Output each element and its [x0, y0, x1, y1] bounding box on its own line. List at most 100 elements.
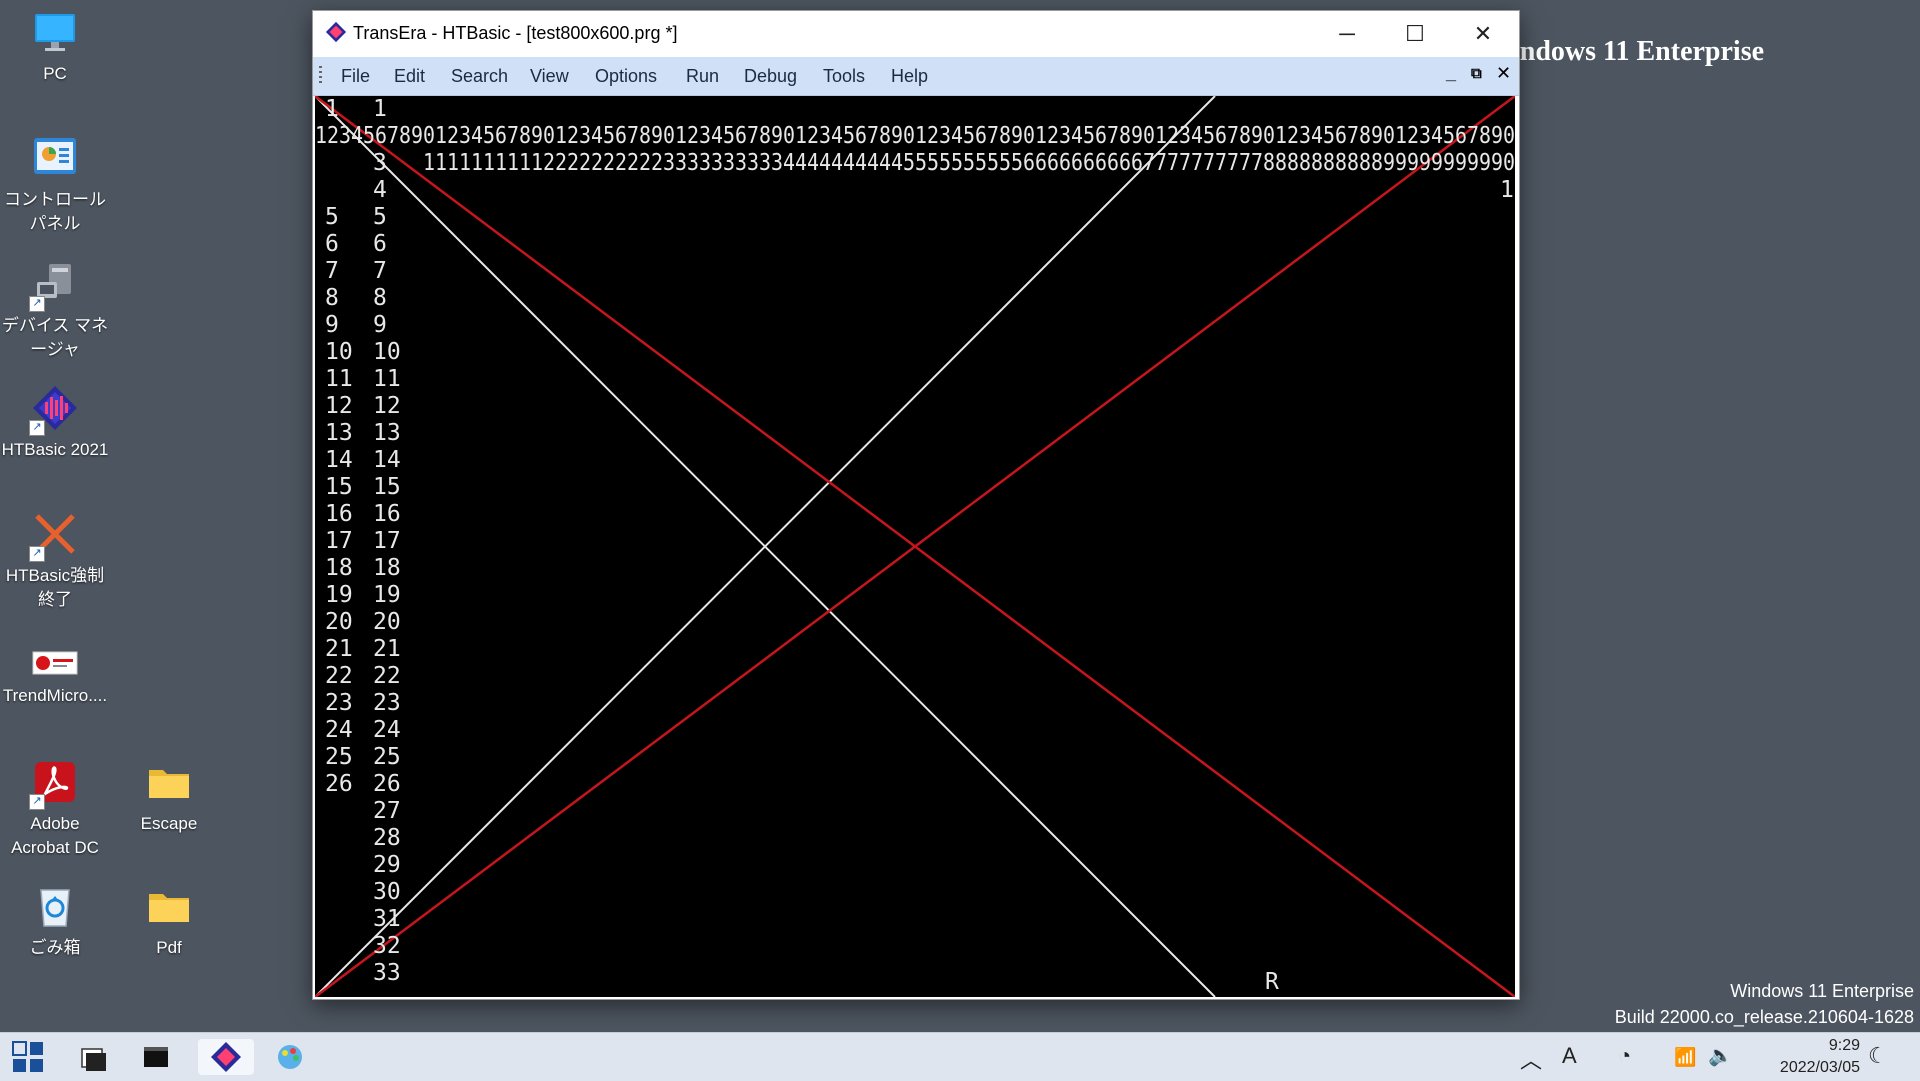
watermark-build: Build 22000.co_release.210604-1628: [1614, 1007, 1914, 1027]
desktop-icon-pc[interactable]: PC: [0, 8, 110, 86]
line-numbers-right: 5678910111213141516171819202122232425262…: [373, 204, 401, 986]
palette-icon: [278, 1045, 302, 1069]
line-number: 28: [373, 825, 401, 851]
line-number: 10: [373, 339, 401, 365]
line-number: 6: [325, 231, 339, 257]
window-title: TransEra - HTBasic - [test800x600.prg *]: [353, 23, 678, 43]
line-number: 9: [325, 312, 339, 338]
desktop-icon-label: HTBasic強制終了: [5, 566, 105, 609]
desktop-icon-label: ごみ箱: [29, 938, 81, 957]
mdi-minimize-button[interactable]: _: [1446, 63, 1456, 84]
control-panel-icon: [31, 134, 79, 182]
menu-help[interactable]: Help: [891, 66, 928, 87]
taskbar-app-htbasic[interactable]: [198, 1039, 254, 1075]
screen-row4-right: 1: [1500, 177, 1514, 203]
line-number: 6: [373, 231, 387, 257]
volume-icon[interactable]: 🔈: [1708, 1043, 1733, 1068]
start-icon: [12, 1041, 43, 1072]
desktop-icon-label: PC: [43, 64, 67, 83]
desktop-icon-label: コントロール パネル: [4, 190, 106, 233]
line-number: 13: [325, 420, 353, 446]
menu-run[interactable]: Run: [686, 66, 719, 87]
screen-row3-a: 3: [373, 150, 387, 176]
desktop-icon-acrobat[interactable]: ↗ Adobe Acrobat DC: [0, 758, 110, 860]
desktop-icon-label: Pdf: [156, 938, 182, 957]
menu-search[interactable]: Search: [451, 66, 508, 87]
focus-assist-moon-icon[interactable]: ☾: [1868, 1043, 1888, 1069]
desktop-icon-htbasic[interactable]: ↗ HTBasic 2021: [0, 384, 110, 462]
desktop-icon-recycle-bin[interactable]: ごみ箱: [0, 882, 110, 960]
line-number: 31: [373, 906, 401, 932]
taskbar: ︿ A ◔ 📶 🔈 9:29 2022/03/05 ☾: [0, 1032, 1920, 1081]
desktop-icon-trendmicro[interactable]: TrendMicro....: [0, 648, 110, 708]
line-number: 19: [373, 582, 401, 608]
line-number: 16: [325, 501, 353, 527]
desktop-icon-label: HTBasic 2021: [1, 440, 109, 459]
menu-options[interactable]: Options: [595, 66, 657, 87]
line-number: 22: [373, 663, 401, 689]
maximize-button[interactable]: ☐: [1381, 11, 1449, 57]
close-button[interactable]: ✕: [1449, 11, 1517, 57]
tray-overflow-chevron-icon[interactable]: ︿: [1520, 1043, 1542, 1075]
folder-icon: [145, 758, 193, 806]
line-number: 12: [325, 393, 353, 419]
acrobat-icon: ↗: [29, 758, 79, 810]
windows-watermark: Windows 11 Enterprise Build 22000.co_rel…: [1615, 978, 1914, 1030]
screen-row3-ruler: 1111111111222222222233333333334444444444…: [423, 150, 1515, 176]
line-number: 19: [325, 582, 353, 608]
menu-view[interactable]: View: [530, 66, 569, 87]
line-number: 13: [373, 420, 401, 446]
recycle-bin-icon: [31, 882, 79, 930]
line-number: 9: [373, 312, 387, 338]
desktop-icon-escape-folder[interactable]: Escape: [114, 758, 224, 836]
close-x-icon: ↗: [29, 510, 79, 562]
line-number: 25: [325, 744, 353, 770]
desktop-icon-label: デバイス マネージャ: [1, 316, 109, 359]
screen-row1-a: 1: [325, 96, 339, 122]
mdi-restore-button[interactable]: ⧉: [1471, 65, 1482, 82]
line-number: 29: [373, 852, 401, 878]
start-button[interactable]: [10, 1039, 50, 1075]
monitor-icon: [31, 8, 79, 56]
screen-row1-b: 1: [373, 96, 387, 122]
line-number: 26: [325, 771, 353, 797]
tray-clock-app-icon[interactable]: ◔: [1618, 1043, 1631, 1069]
trendmicro-icon: [31, 648, 79, 678]
crt-output-screen[interactable]: 1 1 123456789012345678901234567890123456…: [315, 96, 1515, 997]
window-titlebar[interactable]: TransEra - HTBasic - [test800x600.prg *]…: [313, 11, 1519, 57]
desktop-icon-label: Escape: [140, 814, 198, 833]
htbasic-app-icon: [325, 21, 347, 48]
toolbar-grip-icon[interactable]: [319, 66, 322, 86]
line-number: 7: [373, 258, 387, 284]
line-number: 18: [325, 555, 353, 581]
desktop-icon-device-manager[interactable]: ↗ デバイス マネージャ: [0, 260, 110, 362]
line-number: 18: [373, 555, 401, 581]
line-number: 14: [325, 447, 353, 473]
desktop-icon-htbasic-kill[interactable]: ↗ HTBasic強制終了: [0, 510, 110, 612]
watermark-edition: Windows 11 Enterprise: [1730, 981, 1914, 1001]
desktop-icon-pdf-folder[interactable]: Pdf: [114, 882, 224, 960]
line-number: 25: [373, 744, 401, 770]
taskbar-clock[interactable]: 9:29 2022/03/05: [1780, 1035, 1860, 1079]
ime-indicator[interactable]: A: [1562, 1043, 1577, 1069]
mdi-close-button[interactable]: ✕: [1496, 63, 1511, 84]
menu-tools[interactable]: Tools: [823, 66, 865, 87]
taskbar-app-window[interactable]: [74, 1039, 114, 1075]
line-number: 10: [325, 339, 353, 365]
taskbar-app-paint[interactable]: [272, 1039, 312, 1075]
menu-file[interactable]: File: [341, 66, 370, 87]
taskbar-app-terminal[interactable]: [138, 1039, 178, 1075]
window-stack-icon: [81, 1048, 106, 1071]
line-number: 17: [373, 528, 401, 554]
line-number: 32: [373, 933, 401, 959]
wifi-icon[interactable]: 📶: [1674, 1047, 1696, 1068]
line-number: 20: [325, 609, 353, 635]
htbasic-window[interactable]: TransEra - HTBasic - [test800x600.prg *]…: [312, 10, 1520, 1000]
line-number: 24: [373, 717, 401, 743]
menu-debug[interactable]: Debug: [744, 66, 797, 87]
menu-edit[interactable]: Edit: [394, 66, 425, 87]
minimize-button[interactable]: ─: [1313, 11, 1381, 57]
desktop-icon-control-panel[interactable]: コントロール パネル: [0, 134, 110, 236]
line-number: 7: [325, 258, 339, 284]
line-number: 16: [373, 501, 401, 527]
